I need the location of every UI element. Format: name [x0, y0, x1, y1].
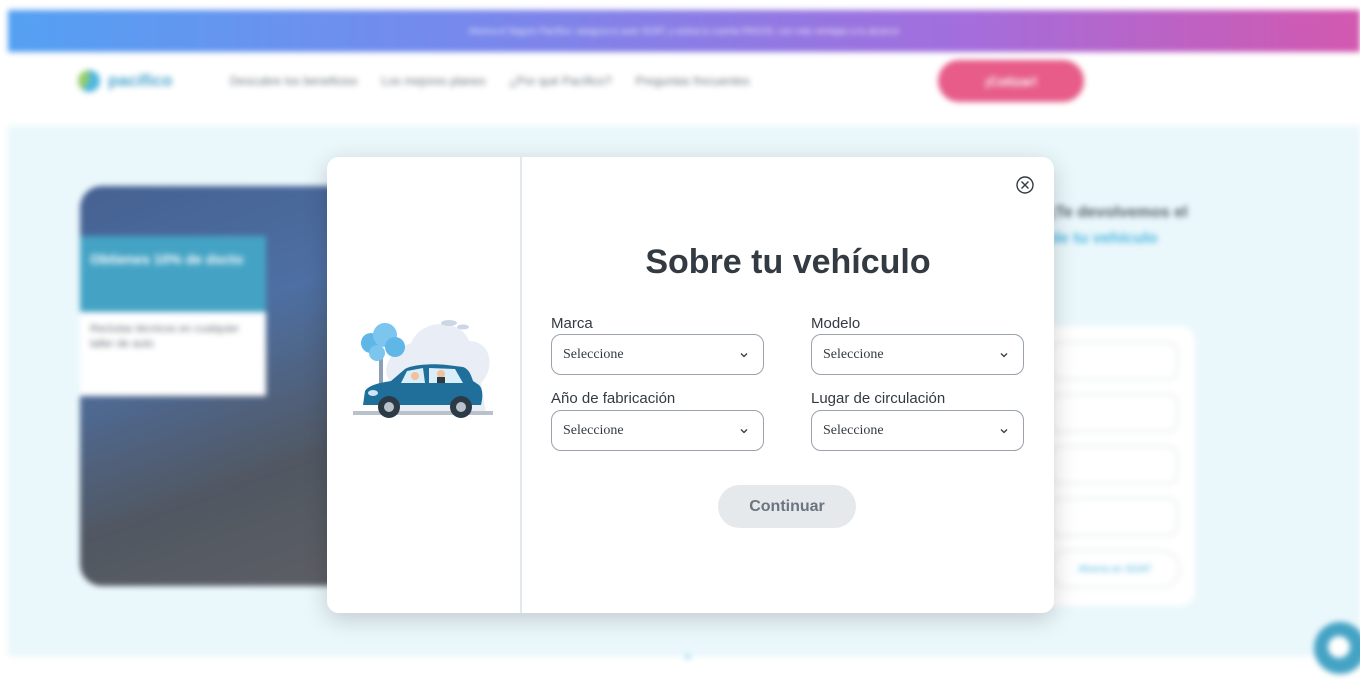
chevron-down-icon: [740, 428, 748, 433]
brand-label: Marca: [551, 315, 593, 332]
location-select[interactable]: Seleccione: [811, 410, 1024, 451]
year-label: Año de fabricación: [551, 390, 676, 407]
brand-select[interactable]: Seleccione: [551, 334, 764, 375]
continue-button[interactable]: Continuar: [718, 485, 856, 528]
chevron-down-icon: [1000, 428, 1008, 433]
chevron-down-icon: [1000, 352, 1008, 357]
model-select[interactable]: Seleccione: [811, 334, 1024, 375]
close-icon[interactable]: [1015, 175, 1035, 195]
location-label: Lugar de circulación: [811, 390, 946, 407]
year-select-value: Seleccione: [563, 422, 624, 438]
car-illustration: [353, 320, 493, 418]
modal-title: Sobre tu vehículo: [645, 243, 931, 281]
year-select[interactable]: Seleccione: [551, 410, 764, 451]
vehicle-modal: Sobre tu vehículo Marca Seleccione Model…: [327, 157, 1054, 613]
modal-illustration-panel: [327, 157, 522, 613]
model-label: Modelo: [811, 315, 861, 332]
location-select-value: Seleccione: [823, 422, 884, 438]
model-select-value: Seleccione: [823, 346, 884, 362]
chevron-down-icon: [740, 352, 748, 357]
brand-select-value: Seleccione: [563, 346, 624, 362]
